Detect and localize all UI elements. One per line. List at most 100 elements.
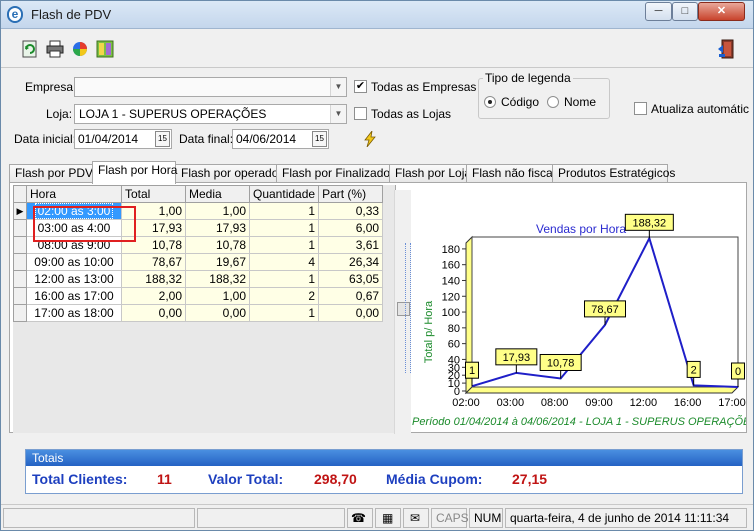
cell-hora[interactable]: 09:00 as 10:00 — [26, 253, 122, 271]
row-indicator[interactable] — [13, 236, 27, 254]
loja-select[interactable]: LOJA 1 - SUPERUS OPERAÇÕES ▼ — [74, 104, 347, 124]
maximize-button[interactable]: □ — [672, 2, 698, 21]
cell-hora-text: 16:00 as 17:00 — [34, 289, 114, 303]
refresh-icon[interactable] — [21, 40, 39, 58]
table-row[interactable]: 12:00 as 13:00 188,32 188,32 1 63,05 — [13, 270, 384, 288]
codigo-radio[interactable] — [484, 96, 496, 108]
row-indicator[interactable] — [13, 253, 27, 271]
cell-quantidade[interactable]: 4 — [248, 253, 320, 271]
chevron-down-icon[interactable]: ▼ — [330, 105, 346, 123]
cell-quantidade[interactable]: 1 — [248, 236, 320, 254]
row-indicator[interactable] — [13, 287, 27, 305]
cell-part[interactable]: 6,00 — [318, 219, 384, 237]
empresa-label: Empresa: — [25, 80, 77, 94]
exit-door-icon[interactable] — [717, 39, 737, 59]
column-header-part[interactable]: Part (%) — [318, 185, 384, 203]
calculator-icon[interactable]: ▦ — [375, 508, 401, 528]
cell-hora[interactable]: 16:00 as 17:00 — [26, 287, 122, 305]
cell-part[interactable]: 0,33 — [318, 202, 384, 220]
x-tick-label: 16:00 — [674, 397, 702, 409]
tab-panel-flash-por-hora: Hora Total Media Quantidade Part (%) ▶ 02… — [9, 182, 747, 434]
cell-media[interactable]: 0,00 — [185, 304, 250, 322]
mail-icon[interactable]: ✉ — [403, 508, 429, 528]
todas-lojas-checkbox[interactable] — [354, 107, 367, 120]
cell-media[interactable]: 10,78 — [185, 236, 250, 254]
row-indicator[interactable] — [13, 304, 27, 322]
current-row-indicator[interactable]: ▶ — [13, 202, 27, 220]
chevron-down-icon[interactable]: ▼ — [330, 78, 346, 96]
column-header-hora[interactable]: Hora — [26, 185, 122, 203]
data-final-field[interactable]: 04/06/2014 15 — [232, 129, 329, 149]
cell-total[interactable]: 2,00 — [121, 287, 186, 305]
todas-empresas-checkbox[interactable]: ✔ — [354, 80, 367, 93]
cell-quantidade[interactable]: 2 — [248, 287, 320, 305]
empresa-select[interactable]: ▼ — [74, 77, 347, 97]
cell-part[interactable]: 26,34 — [318, 253, 384, 271]
table-row[interactable]: 09:00 as 10:00 78,67 19,67 4 26,34 — [13, 253, 384, 271]
minimize-button[interactable]: ─ — [645, 2, 672, 21]
table-row[interactable]: 17:00 as 18:00 0,00 0,00 1 0,00 — [13, 304, 384, 322]
column-header-total[interactable]: Total — [121, 185, 186, 203]
report-icon[interactable] — [96, 40, 114, 58]
data-label: 2 — [691, 364, 697, 376]
x-tick-label: 02:00 — [452, 397, 480, 409]
cell-hora-text: 17:00 as 18:00 — [34, 306, 114, 320]
calendar-icon[interactable]: 15 — [312, 131, 327, 147]
tab-flash-por-pdv[interactable]: Flash por PDV — [9, 164, 93, 183]
cell-media[interactable]: 19,67 — [185, 253, 250, 271]
data-inicial-field[interactable]: 01/04/2014 15 — [74, 129, 172, 149]
cell-quantidade[interactable]: 1 — [248, 219, 320, 237]
column-header-media[interactable]: Media — [185, 185, 250, 203]
tab-flash-por-loja[interactable]: Flash por Loja — [389, 164, 471, 183]
cell-total[interactable]: 0,00 — [121, 304, 186, 322]
loja-label: Loja: — [46, 107, 73, 121]
cell-total[interactable]: 188,32 — [121, 270, 186, 288]
lightning-icon[interactable] — [363, 131, 377, 147]
cell-part[interactable]: 0,00 — [318, 304, 384, 322]
cell-part[interactable]: 3,61 — [318, 236, 384, 254]
cell-total[interactable]: 78,67 — [121, 253, 186, 271]
cell-part[interactable]: 63,05 — [318, 270, 384, 288]
cell-hora[interactable]: 17:00 as 18:00 — [26, 304, 122, 322]
table-header-row: Hora Total Media Quantidade Part (%) — [13, 185, 384, 203]
y-tick-label: 80 — [448, 323, 460, 335]
x-tick-label: 03:00 — [497, 397, 525, 409]
selection-highlight-box — [33, 206, 136, 242]
cell-media[interactable]: 1,00 — [185, 202, 250, 220]
codigo-label: Código — [501, 95, 540, 109]
cell-quantidade[interactable]: 1 — [248, 304, 320, 322]
atualiza-checkbox[interactable] — [634, 102, 647, 115]
tab-flash-por-operador[interactable]: Flash por operador — [175, 164, 282, 183]
media-cupom-value: 27,15 — [512, 471, 548, 487]
cell-hora[interactable]: 12:00 as 13:00 — [26, 270, 122, 288]
cell-part[interactable]: 0,67 — [318, 287, 384, 305]
panel-splitter[interactable] — [405, 243, 411, 373]
data-final-label: Data final: — [179, 132, 234, 146]
tipo-legenda-title: Tipo de legenda — [483, 71, 573, 85]
tab-flash-por-finalizadora[interactable]: Flash por Finalizadora — [276, 164, 401, 183]
cell-media[interactable]: 17,93 — [185, 219, 250, 237]
color-palette-icon[interactable] — [71, 40, 89, 58]
toolbar — [1, 30, 753, 68]
cell-media[interactable]: 188,32 — [185, 270, 250, 288]
column-header-quantidade[interactable]: Quantidade — [248, 185, 320, 203]
tab-produtos-estrategicos[interactable]: Produtos Estratégicos — [552, 164, 675, 183]
row-indicator[interactable] — [13, 219, 27, 237]
cell-quantidade[interactable]: 1 — [248, 270, 320, 288]
cell-media[interactable]: 1,00 — [185, 287, 250, 305]
tab-flash-por-hora[interactable]: Flash por Hora — [92, 161, 177, 184]
close-button[interactable]: ✕ — [698, 2, 745, 21]
table-row[interactable]: 16:00 as 17:00 2,00 1,00 2 0,67 — [13, 287, 384, 305]
y-tick-label: 160 — [442, 260, 460, 272]
phone-icon[interactable]: ☎ — [347, 508, 373, 528]
cell-hora-text: 09:00 as 10:00 — [34, 255, 114, 269]
data-label: 1 — [469, 365, 475, 377]
calendar-icon[interactable]: 15 — [155, 131, 170, 147]
print-icon[interactable] — [46, 40, 64, 58]
app-logo-icon: e — [7, 6, 23, 23]
nome-radio[interactable] — [547, 96, 559, 108]
row-indicator[interactable] — [13, 270, 27, 288]
tab-flash-nao-fiscal[interactable]: Flash não fiscal — [466, 164, 555, 183]
y-tick-label: 100 — [442, 307, 460, 319]
cell-quantidade[interactable]: 1 — [248, 202, 320, 220]
